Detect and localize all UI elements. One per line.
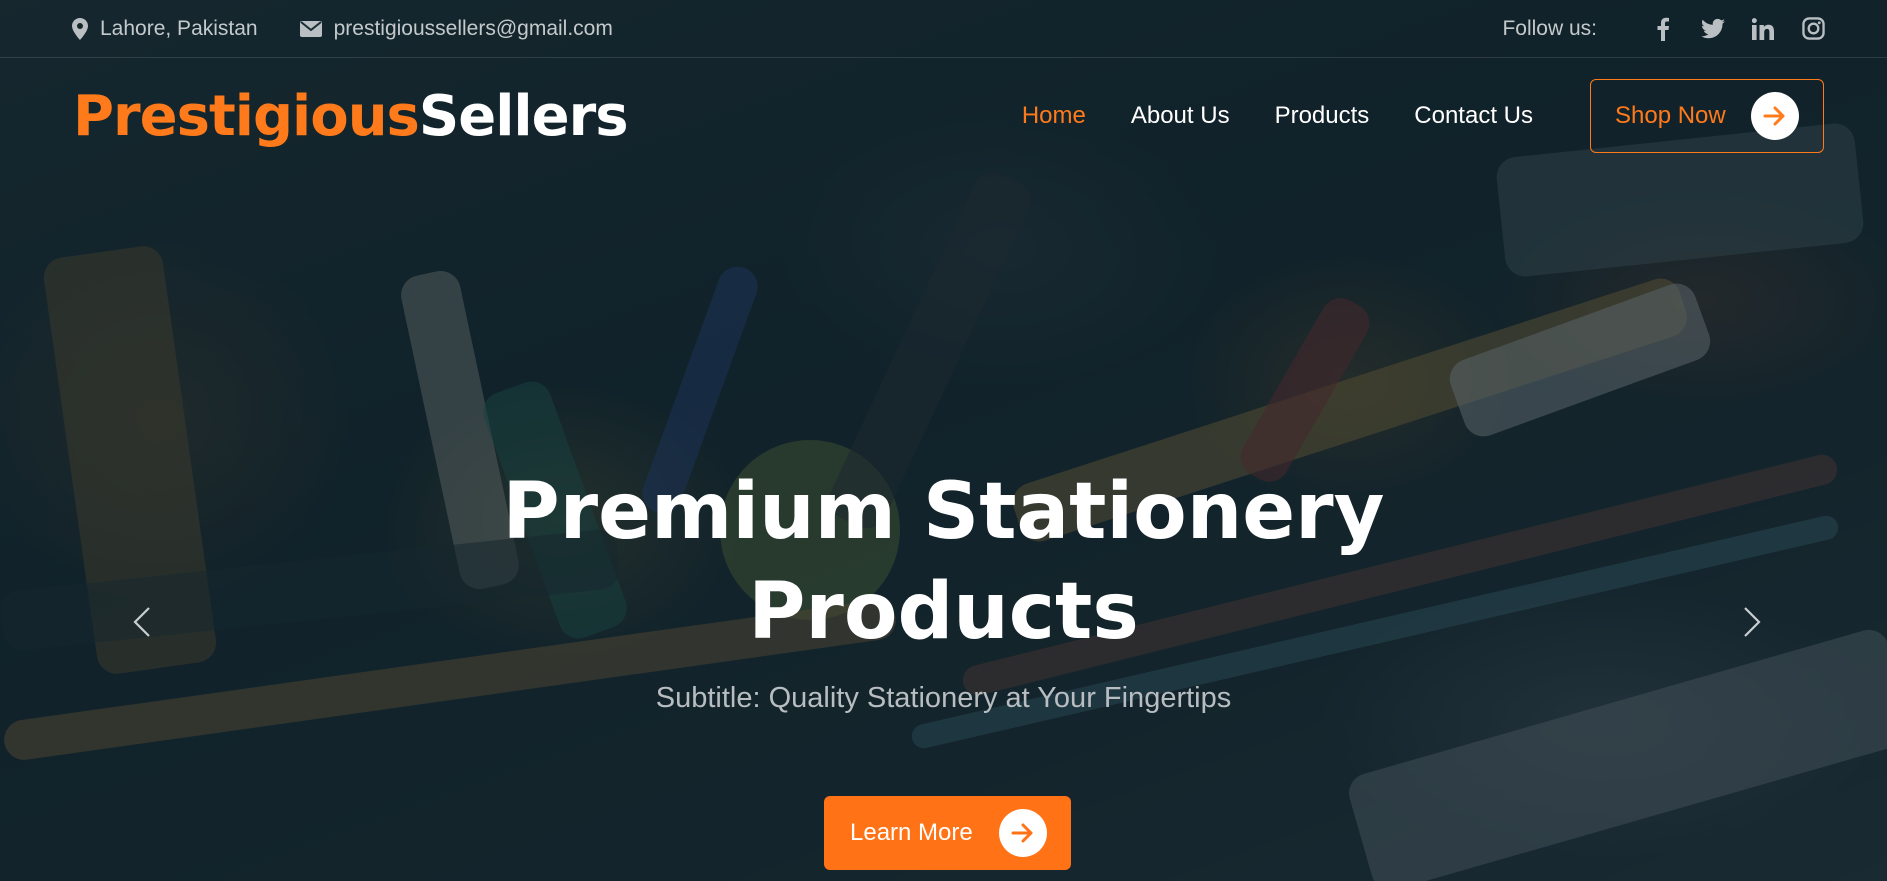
- contact-info: Lahore, Pakistan prestigioussellers@gmai…: [72, 17, 655, 41]
- email-item[interactable]: prestigioussellers@gmail.com: [299, 17, 613, 41]
- hero-title: Premium Stationery Products: [0, 462, 1887, 662]
- nav-right: Home About Us Products Contact Us Shop N…: [977, 79, 1824, 153]
- hero-title-line1: Premium Stationery: [502, 467, 1385, 557]
- social-links: Follow us:: [1502, 17, 1825, 41]
- top-info-bar: Lahore, Pakistan prestigioussellers@gmai…: [0, 0, 1887, 58]
- arrow-right-icon: [1751, 92, 1799, 140]
- map-pin-icon: [72, 17, 88, 40]
- follow-label: Follow us:: [1502, 16, 1597, 40]
- arrow-right-icon: [999, 809, 1047, 857]
- linkedin-icon[interactable]: [1751, 17, 1775, 41]
- envelope-icon: [299, 20, 322, 37]
- nav-item-home[interactable]: Home: [1022, 102, 1086, 130]
- instagram-icon[interactable]: [1801, 17, 1825, 41]
- hero-title-line2: Products: [748, 567, 1139, 657]
- nav-menu: Home About Us Products Contact Us: [977, 102, 1533, 130]
- brand-logo-part2: Sellers: [418, 83, 629, 149]
- twitter-icon[interactable]: [1701, 17, 1725, 41]
- shop-now-button[interactable]: Shop Now: [1590, 79, 1824, 153]
- location-text: Lahore, Pakistan: [100, 16, 258, 40]
- shop-now-label: Shop Now: [1615, 102, 1726, 129]
- location-item: Lahore, Pakistan: [72, 17, 258, 41]
- nav-item-contact-us[interactable]: Contact Us: [1414, 102, 1533, 130]
- brand-logo[interactable]: PrestigiousSellers: [73, 83, 629, 149]
- main-navbar: PrestigiousSellers Home About Us Product…: [0, 58, 1887, 174]
- learn-more-label: Learn More: [850, 819, 973, 846]
- email-text[interactable]: prestigioussellers@gmail.com: [334, 17, 613, 41]
- hero-subtitle: Subtitle: Quality Stationery at Your Fin…: [655, 682, 1232, 714]
- nav-item-about-us[interactable]: About Us: [1131, 102, 1230, 130]
- nav-item-products[interactable]: Products: [1275, 102, 1370, 130]
- learn-more-button[interactable]: Learn More: [824, 796, 1071, 870]
- facebook-icon[interactable]: [1651, 17, 1675, 41]
- brand-logo-part1: Prestigious: [73, 83, 420, 149]
